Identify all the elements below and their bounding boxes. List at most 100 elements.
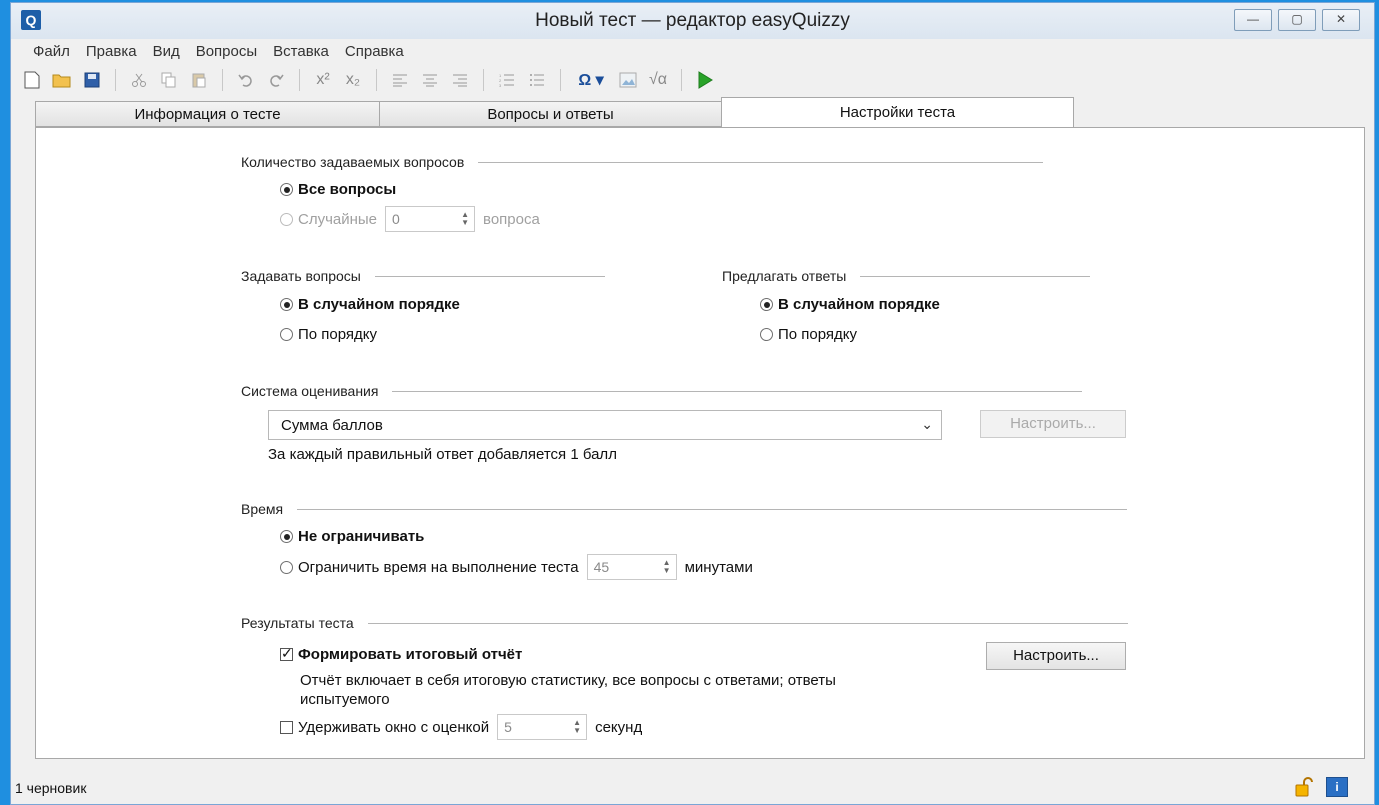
run-test-icon[interactable] bbox=[692, 67, 718, 93]
new-document-icon[interactable] bbox=[19, 67, 45, 93]
report-checkbox-row[interactable]: Формировать итоговый отчёт bbox=[280, 645, 523, 663]
undo-icon[interactable] bbox=[233, 67, 259, 93]
time-limit-spinbox[interactable]: 45 ▲ ▼ bbox=[586, 554, 677, 580]
radio-ask-random-order[interactable]: В случайном порядке bbox=[280, 296, 460, 313]
radio-answers-random-order[interactable]: В случайном порядке bbox=[760, 296, 940, 313]
menu-insert[interactable]: Вставка bbox=[265, 41, 337, 63]
redo-icon[interactable] bbox=[263, 67, 289, 93]
toolbar-separator bbox=[222, 69, 223, 91]
toolbar-separator bbox=[376, 69, 377, 91]
toolbar-separator bbox=[299, 69, 300, 91]
section-divider bbox=[860, 275, 1091, 277]
status-icons: i bbox=[1294, 776, 1348, 798]
report-checkbox[interactable] bbox=[280, 645, 293, 662]
section-divider bbox=[478, 161, 1044, 163]
align-center-icon[interactable] bbox=[417, 67, 443, 93]
radio-label: В случайном порядке bbox=[298, 296, 460, 313]
align-right-icon[interactable] bbox=[447, 67, 473, 93]
section-divider bbox=[297, 508, 1128, 510]
radio-indicator[interactable] bbox=[760, 298, 773, 311]
radio-indicator[interactable] bbox=[280, 530, 293, 543]
save-icon[interactable] bbox=[79, 67, 105, 93]
report-configure-button[interactable]: Настроить... bbox=[986, 642, 1126, 670]
tab-questions-answers[interactable]: Вопросы и ответы bbox=[379, 101, 722, 127]
radio-indicator[interactable] bbox=[280, 212, 293, 226]
chevron-down-icon[interactable]: ⌄ bbox=[921, 416, 933, 433]
report-description-line-2: испытуемого bbox=[300, 691, 390, 708]
grading-configure-button[interactable]: Настроить... bbox=[980, 410, 1126, 438]
formula-icon[interactable]: √α bbox=[645, 67, 671, 93]
menu-help[interactable]: Справка bbox=[337, 41, 412, 63]
radio-label: В случайном порядке bbox=[778, 296, 940, 313]
radio-label: Все вопросы bbox=[298, 181, 397, 198]
superscript-icon[interactable]: x² bbox=[310, 67, 336, 93]
radio-time-unlimited[interactable]: Не ограничивать bbox=[280, 528, 424, 545]
radio-answers-in-order[interactable]: По порядку bbox=[760, 326, 857, 343]
bullet-list-icon[interactable] bbox=[524, 67, 550, 93]
section-grading: Система оценивания bbox=[241, 383, 1083, 399]
report-description-line-1: Отчёт включает в себя итоговую статистик… bbox=[300, 672, 836, 689]
random-count-spinbox[interactable]: 0 ▲ ▼ bbox=[385, 206, 476, 232]
radio-indicator[interactable] bbox=[280, 183, 293, 196]
hold-window-row[interactable]: Удерживать окно с оценкой 5 ▲ ▼ секунд bbox=[280, 714, 642, 740]
title-bar: Q Новый тест — редактор easyQuizzy — ▢ ✕ bbox=[11, 3, 1374, 39]
toolbar-separator bbox=[483, 69, 484, 91]
spinbox-value: 0 bbox=[392, 211, 400, 227]
toolbar: x² x₂ 123 Ω ▾ √α bbox=[19, 65, 718, 95]
radio-indicator[interactable] bbox=[280, 328, 293, 341]
select-value: Сумма баллов bbox=[281, 417, 383, 434]
time-unit-label: минутами bbox=[684, 558, 753, 576]
radio-ask-in-order[interactable]: По порядку bbox=[280, 326, 377, 343]
svg-text:3: 3 bbox=[499, 83, 502, 87]
section-title: Задавать вопросы bbox=[241, 268, 361, 284]
radio-label: По порядку bbox=[778, 326, 858, 343]
radio-random-questions[interactable]: Случайные 0 ▲ ▼ вопроса bbox=[280, 206, 540, 232]
maximize-button[interactable]: ▢ bbox=[1278, 9, 1316, 31]
spinbox-arrows-icon[interactable]: ▲ ▼ bbox=[658, 555, 676, 579]
grading-system-select[interactable]: Сумма баллов ⌄ bbox=[268, 410, 942, 440]
tab-test-settings[interactable]: Настройки теста bbox=[721, 97, 1074, 127]
window-title: Новый тест — редактор easyQuizzy bbox=[535, 10, 850, 31]
checkbox-label: Удерживать окно с оценкой bbox=[298, 718, 490, 736]
radio-indicator[interactable] bbox=[280, 298, 293, 311]
section-title: Количество задаваемых вопросов bbox=[241, 154, 465, 170]
cut-icon[interactable] bbox=[126, 67, 152, 93]
spinbox-value: 45 bbox=[593, 559, 610, 575]
minimize-button[interactable]: — bbox=[1234, 9, 1272, 31]
radio-indicator[interactable] bbox=[280, 560, 293, 574]
spinbox-arrows-icon[interactable]: ▲ ▼ bbox=[456, 207, 474, 231]
radio-label: Ограничить время на выполнение теста bbox=[298, 558, 579, 576]
menu-file[interactable]: Файл bbox=[25, 41, 78, 63]
checkbox-label: Формировать итоговый отчёт bbox=[298, 646, 523, 663]
menu-view[interactable]: Вид bbox=[145, 41, 188, 63]
tab-bar: Информация о тесте Вопросы и ответы Наст… bbox=[35, 97, 1074, 127]
tab-test-info[interactable]: Информация о тесте bbox=[35, 101, 380, 127]
menu-questions[interactable]: Вопросы bbox=[188, 41, 265, 63]
info-icon[interactable]: i bbox=[1326, 777, 1348, 797]
close-button[interactable]: ✕ bbox=[1322, 9, 1360, 31]
app-window: Q Новый тест — редактор easyQuizzy — ▢ ✕… bbox=[10, 2, 1375, 805]
align-left-icon[interactable] bbox=[387, 67, 413, 93]
copy-icon[interactable] bbox=[156, 67, 182, 93]
radio-indicator[interactable] bbox=[760, 328, 773, 341]
image-icon[interactable] bbox=[615, 67, 641, 93]
radio-label: Случайные bbox=[298, 210, 378, 228]
section-title: Система оценивания bbox=[241, 383, 379, 399]
subscript-icon[interactable]: x₂ bbox=[340, 67, 366, 93]
menu-edit[interactable]: Правка bbox=[78, 41, 145, 63]
radio-all-questions[interactable]: Все вопросы bbox=[280, 181, 396, 198]
close-icon: ✕ bbox=[1335, 12, 1347, 26]
hold-window-checkbox[interactable] bbox=[280, 720, 293, 734]
symbol-omega-icon[interactable]: Ω ▾ bbox=[571, 67, 611, 93]
section-title: Предлагать ответы bbox=[722, 268, 847, 284]
radio-time-limit[interactable]: Ограничить время на выполнение теста 45 … bbox=[280, 554, 753, 580]
numbered-list-icon[interactable]: 123 bbox=[494, 67, 520, 93]
hold-seconds-spinbox[interactable]: 5 ▲ ▼ bbox=[497, 714, 588, 740]
unlock-icon[interactable] bbox=[1294, 776, 1316, 798]
spinbox-arrows-icon[interactable]: ▲ ▼ bbox=[568, 715, 586, 739]
paste-icon[interactable] bbox=[186, 67, 212, 93]
open-folder-icon[interactable] bbox=[49, 67, 75, 93]
section-results: Результаты теста bbox=[241, 615, 1128, 631]
toolbar-separator bbox=[115, 69, 116, 91]
menu-bar: Файл Правка Вид Вопросы Вставка Справка bbox=[11, 41, 412, 63]
